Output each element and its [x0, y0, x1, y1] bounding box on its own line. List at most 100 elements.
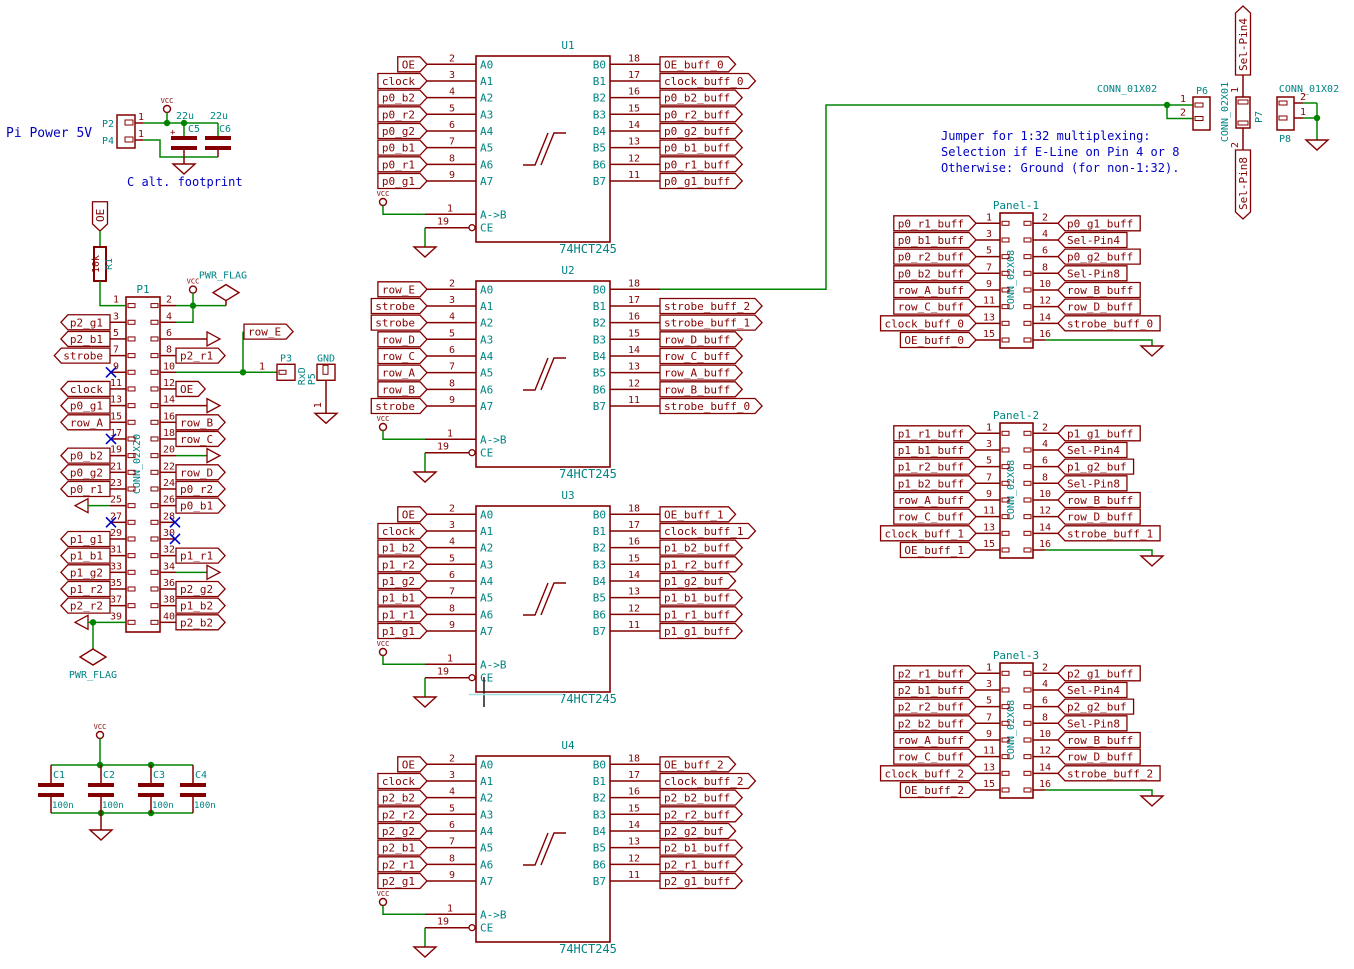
global-label[interactable]: clock [378, 73, 427, 88]
empty-label-arrow[interactable] [207, 332, 220, 346]
global-label[interactable]: clock_buff_0 [660, 73, 755, 88]
value-label[interactable]: 10k [91, 255, 102, 273]
pwr-flag-symbol[interactable] [213, 285, 239, 301]
global-label[interactable]: row_D_buff [1058, 509, 1140, 524]
global-label[interactable]: row_B_buff [1058, 732, 1140, 747]
global-label[interactable]: row_D_buff [1058, 749, 1140, 764]
component-value[interactable]: CONN_02X01 [1220, 82, 1231, 142]
pwr-flag-symbol[interactable] [80, 649, 106, 665]
global-label[interactable]: p2_b2_buff [660, 790, 742, 805]
empty-label-arrow[interactable] [207, 565, 220, 579]
ref-designator[interactable]: P1 [136, 283, 149, 296]
global-label[interactable]: clock_buff_2 [881, 766, 976, 781]
global-label[interactable]: row_A [61, 415, 110, 430]
global-label[interactable]: p0_r2_buff [660, 107, 742, 122]
global-label[interactable]: p1_g2 [61, 565, 110, 580]
global-label[interactable]: p2_r1 [176, 348, 225, 363]
global-label[interactable]: OE_buff_0 [900, 332, 976, 347]
global-label[interactable]: p1_r1_buff [660, 607, 742, 622]
global-label[interactable]: strobe [371, 298, 427, 313]
global-label[interactable]: p0_b2 [61, 448, 110, 463]
global-label[interactable]: strobe [371, 398, 427, 413]
component-value[interactable]: 74HCT245 [559, 942, 617, 956]
ref-designator[interactable]: C1 [53, 770, 65, 781]
ref-designator[interactable]: P3 [280, 353, 292, 364]
pwr-flag-label[interactable]: PWR_FLAG [69, 670, 117, 681]
global-label[interactable]: clock [378, 523, 427, 538]
ref-designator[interactable]: P2 [102, 119, 114, 130]
global-label[interactable]: p2_g1_buff [660, 873, 742, 888]
global-label[interactable]: p0_b2_buff [894, 266, 976, 281]
global-label[interactable]: clock_buff_0 [881, 316, 976, 331]
global-label[interactable]: strobe_buff_0 [1058, 316, 1160, 331]
global-label[interactable]: p2_b1_buff [660, 840, 742, 855]
global-label[interactable]: strobe_buff_0 [660, 398, 762, 413]
global-label[interactable]: OE [176, 381, 205, 396]
global-label[interactable]: p1_g1 [378, 623, 427, 638]
global-label[interactable]: row_B [176, 415, 225, 430]
global-label[interactable]: p1_g2_buf [1058, 459, 1134, 474]
global-label[interactable]: Sel-Pin8 [1058, 476, 1127, 491]
global-label[interactable]: p1_b1_buff [660, 590, 742, 605]
gnd-power-symbol[interactable] [1141, 556, 1163, 566]
global-label[interactable]: p2_g2 [378, 823, 427, 838]
global-label[interactable]: strobe_buff_1 [660, 315, 762, 330]
ref-designator[interactable]: P4 [102, 136, 114, 147]
global-label[interactable]: clock_buff_1 [660, 523, 755, 538]
global-label[interactable]: OE_buff_2 [900, 782, 976, 797]
global-label[interactable]: row_D_buff [1058, 299, 1140, 314]
ref-designator[interactable]: Panel-2 [993, 409, 1039, 422]
global-label[interactable]: p2_g1_buff [1058, 666, 1140, 681]
global-label[interactable]: clock [378, 773, 427, 788]
ref-designator[interactable]: P6 [1196, 86, 1208, 97]
ref-designator[interactable]: P7 [1254, 111, 1265, 123]
note-text[interactable]: Jumper for 1:32 multiplexing: [941, 129, 1151, 143]
capacitor-plate[interactable] [205, 146, 231, 150]
global-label[interactable]: strobe [54, 348, 110, 363]
global-label[interactable]: p1_b1 [378, 590, 427, 605]
global-label[interactable]: clock_buff_1 [881, 526, 976, 541]
global-label[interactable]: p2_r1_buff [660, 857, 742, 872]
global-label[interactable]: row_D_buff [660, 332, 742, 347]
global-label[interactable]: p1_b1 [61, 548, 110, 563]
global-label[interactable]: Sel-Pin4 [1058, 682, 1127, 697]
global-label[interactable]: p1_g1 [61, 531, 110, 546]
global-label[interactable]: p0_b1 [176, 498, 225, 513]
vcc-power-symbol[interactable] [380, 899, 387, 906]
global-label[interactable]: p2_b1_buff [894, 682, 976, 697]
capacitor-plate[interactable] [180, 793, 206, 797]
global-label[interactable]: p0_g2 [61, 465, 110, 480]
gnd-power-symbol[interactable] [1141, 796, 1163, 806]
capacitor-plate[interactable] [138, 793, 164, 797]
value-label[interactable]: 100n [102, 801, 124, 811]
global-label[interactable]: p1_r1_buff [894, 426, 976, 441]
pwr-flag-label[interactable]: PWR_FLAG [199, 271, 247, 282]
ref-designator[interactable]: C5 [188, 124, 200, 135]
global-label[interactable]: p1_r2_buff [660, 557, 742, 572]
global-label[interactable]: p2_r1 [378, 857, 427, 872]
global-label[interactable]: row_C_buff [894, 749, 976, 764]
component-value[interactable]: 74HCT245 [559, 692, 617, 706]
ref-designator[interactable]: U3 [561, 489, 574, 502]
global-label[interactable]: p1_r2_buff [894, 459, 976, 474]
component-value[interactable]: CONN_01X02 [1279, 84, 1339, 95]
global-label[interactable]: p0_g2_buff [1058, 249, 1140, 264]
gnd-power-symbol[interactable] [414, 472, 436, 482]
note-text[interactable]: Pi Power 5V [6, 126, 92, 141]
global-label[interactable]: p1_g2 [378, 573, 427, 588]
ref-designator[interactable]: R1 [104, 258, 115, 270]
capacitor-plate[interactable] [138, 783, 164, 787]
global-label[interactable]: p0_g1 [378, 173, 427, 188]
global-label[interactable]: p1_b2_buff [660, 540, 742, 555]
global-label[interactable]: clock_buff_2 [660, 773, 755, 788]
empty-label-arrow[interactable] [75, 499, 88, 513]
vcc-power-symbol[interactable] [164, 106, 171, 113]
global-label[interactable]: OE [398, 57, 427, 72]
global-label[interactable]: p2_r2_buff [660, 807, 742, 822]
ref-designator[interactable]: C3 [153, 770, 165, 781]
global-label[interactable]: p1_g1_buff [660, 623, 742, 638]
gnd-power-symbol[interactable] [1306, 140, 1328, 150]
vcc-power-symbol[interactable] [97, 732, 104, 739]
global-label[interactable]: p0_b1_buff [894, 232, 976, 247]
global-label[interactable]: row_D [378, 332, 427, 347]
